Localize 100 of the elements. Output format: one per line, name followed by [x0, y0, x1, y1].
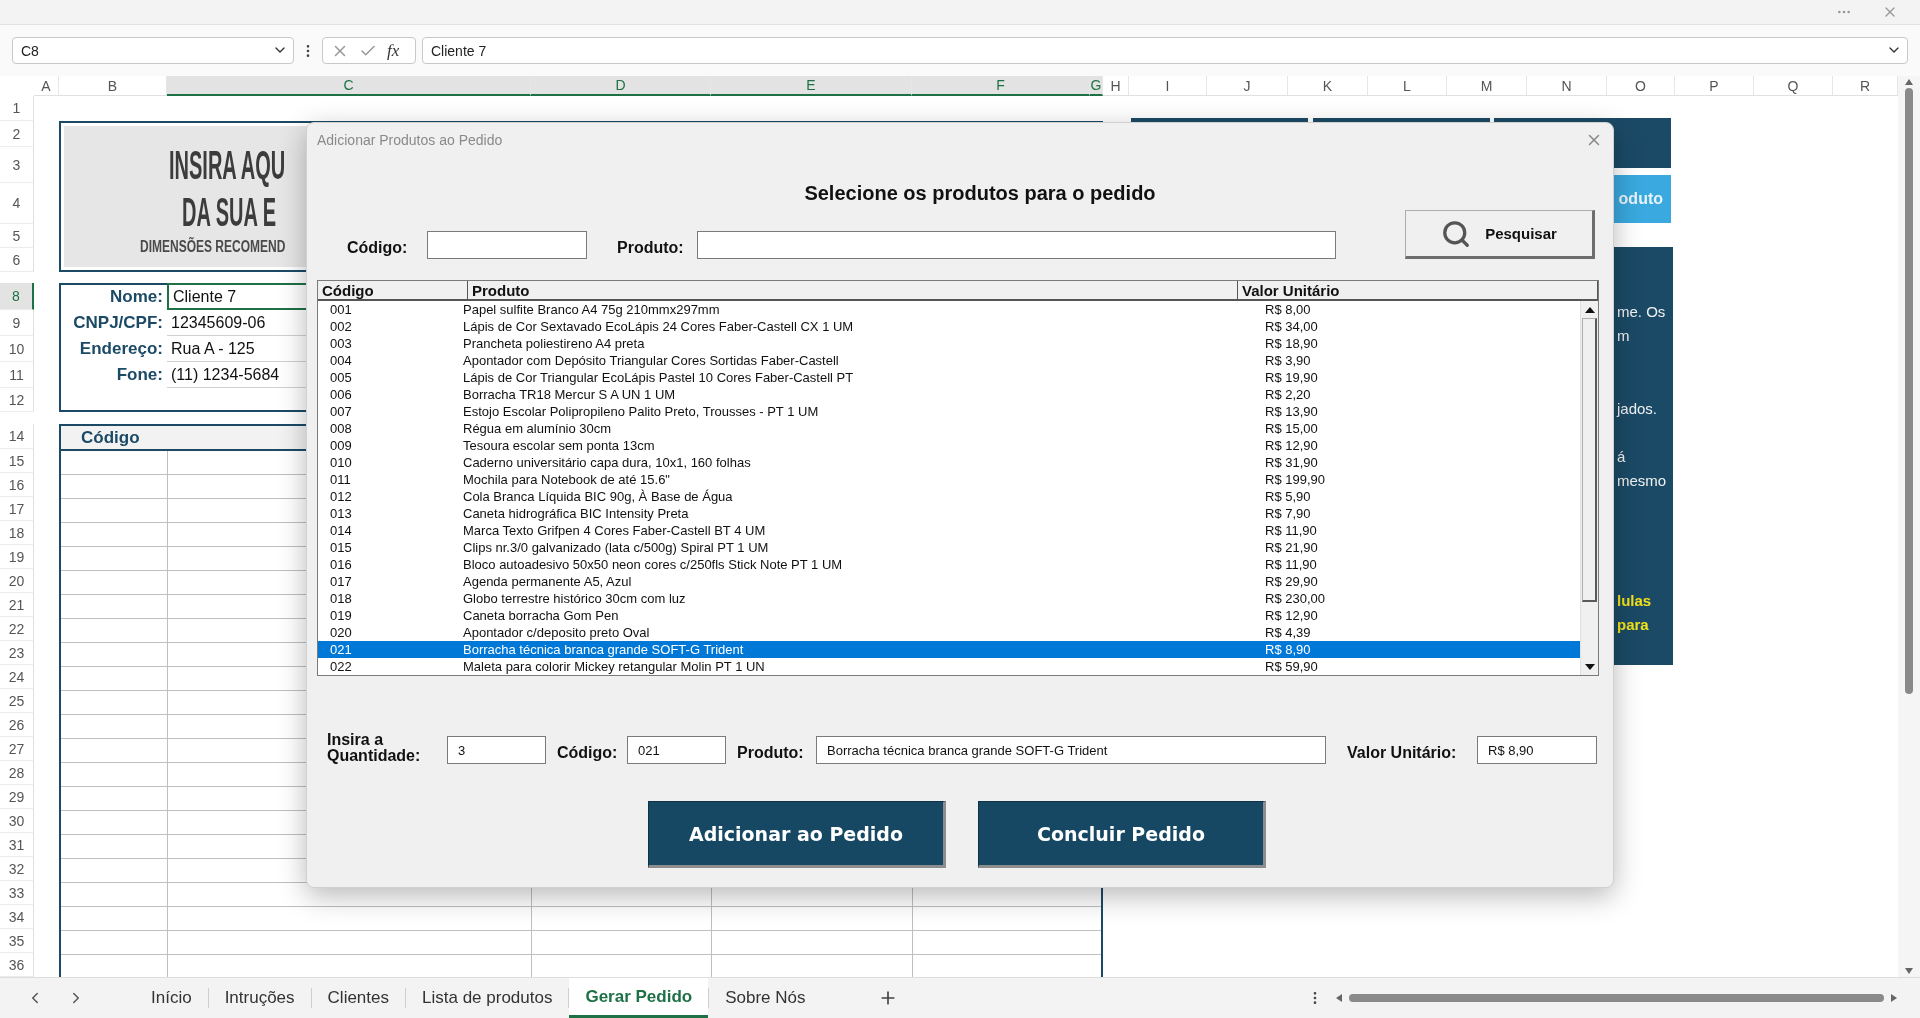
row-header[interactable]: 19 [0, 545, 34, 569]
scrollbar-thumb[interactable] [1905, 88, 1913, 694]
add-to-order-button[interactable]: Adicionar ao Pedido [648, 801, 946, 868]
row-header[interactable]: 15 [0, 449, 34, 473]
row-header[interactable]: 31 [0, 833, 34, 857]
list-row[interactable]: 021 Borracha técnica branca grande SOFT-G Trident R$ 8,90 [318, 641, 1580, 658]
list-row[interactable]: 015 Clips nr.3/0 galvanizado (lata c/500g) Spiral PT 1 UM R$ 21,90 [318, 539, 1580, 556]
list-row[interactable]: 022 Maleta para colorir Mickey retangular Molin PT 1 UN R$ 59,90 [318, 658, 1580, 675]
row-header[interactable]: 9 [0, 310, 34, 336]
scroll-right-icon[interactable] [1890, 993, 1898, 1003]
column-header[interactable]: D [531, 76, 711, 96]
row-header[interactable]: 35 [0, 929, 34, 953]
row-header[interactable]: 6 [0, 248, 34, 272]
list-row[interactable]: 005 Lápis de Cor Triangular EcoLápis Pastel 10 Cores Faber-Castell PT R$ 19,90 [318, 369, 1580, 386]
list-row[interactable]: 003 Prancheta poliestireno A4 preta R$ 18,90 [318, 335, 1580, 352]
row-header[interactable]: 27 [0, 737, 34, 761]
product-list[interactable] [317, 280, 1599, 676]
column-header[interactable]: R [1833, 76, 1898, 96]
row-header[interactable]: 24 [0, 665, 34, 689]
column-header[interactable]: N [1527, 76, 1607, 96]
row-header[interactable]: 16 [0, 473, 34, 497]
column-header[interactable]: F [912, 76, 1090, 96]
row-header[interactable]: 5 [0, 224, 34, 248]
column-header[interactable]: J [1207, 76, 1288, 96]
insert-function-button[interactable]: fx [387, 40, 400, 61]
row-header[interactable]: 25 [0, 689, 34, 713]
row-header[interactable]: 8 [0, 283, 34, 310]
row-header[interactable]: 11 [0, 362, 34, 388]
search-button[interactable]: Pesquisar [1405, 210, 1595, 259]
quantity-field[interactable]: 3 [447, 736, 546, 764]
sheet-tab[interactable]: Intruções [208, 978, 311, 1018]
row-header[interactable]: 23 [0, 641, 34, 665]
row-header[interactable]: 12 [0, 388, 34, 412]
list-scrollbar[interactable] [1580, 301, 1598, 675]
column-header[interactable]: K [1288, 76, 1368, 96]
column-header[interactable]: E [711, 76, 912, 96]
row-header[interactable]: 33 [0, 881, 34, 905]
formula-field[interactable]: Cliente 7 [422, 37, 1908, 64]
scroll-down-icon[interactable] [1584, 663, 1595, 670]
scrollbar-thumb[interactable] [1582, 318, 1597, 602]
row-header[interactable]: 34 [0, 905, 34, 929]
list-row[interactable]: 020 Apontador c/deposito preto Oval R$ 4,39 [318, 624, 1580, 641]
sheet-tab[interactable]: Sobre Nós [709, 978, 822, 1018]
column-header[interactable]: I [1129, 76, 1207, 96]
code-search-field[interactable] [427, 231, 587, 259]
sheet-tab[interactable]: Início [135, 978, 208, 1018]
column-header[interactable]: P [1675, 76, 1754, 96]
price-field[interactable]: R$ 8,90 [1477, 736, 1597, 764]
column-header[interactable]: O [1607, 76, 1675, 96]
row-header[interactable]: 20 [0, 569, 34, 593]
list-row[interactable]: 008 Régua em alumínio 30cm R$ 15,00 [318, 420, 1580, 437]
row-header[interactable]: 21 [0, 593, 34, 617]
row-header[interactable]: 30 [0, 809, 34, 833]
row-header[interactable]: 4 [0, 183, 34, 224]
column-header[interactable]: M [1447, 76, 1527, 96]
row-header[interactable]: 22 [0, 617, 34, 641]
product-search-field[interactable] [697, 231, 1336, 259]
finish-order-button[interactable]: Concluir Pedido [978, 801, 1266, 868]
row-header[interactable]: 36 [0, 953, 34, 977]
row-header[interactable]: 26 [0, 713, 34, 737]
row-header[interactable]: 3 [0, 147, 34, 183]
row-header[interactable]: 1 [0, 96, 34, 121]
list-row[interactable]: 001 Papel sulfite Branco A4 75g 210mmx297mm R$ 8,00 [318, 301, 1580, 318]
list-row[interactable]: 007 Estojo Escolar Polipropileno Palito Preto, Trousses - PT 1 UM R$ 13,90 [318, 403, 1580, 420]
name-box[interactable]: C8 [12, 37, 294, 64]
row-header[interactable]: 10 [0, 336, 34, 362]
sheet-tab[interactable]: Clientes [311, 978, 405, 1018]
column-header[interactable]: B [59, 76, 167, 96]
list-row[interactable]: 013 Caneta hidrográfica BIC Intensity Preta R$ 7,90 [318, 505, 1580, 522]
scrollbar-thumb[interactable] [1349, 994, 1884, 1002]
scroll-up-icon[interactable] [1584, 306, 1595, 313]
column-header[interactable]: L [1368, 76, 1447, 96]
list-row[interactable]: 009 Tesoura escolar sem ponta 13cm R$ 12,90 [318, 437, 1580, 454]
row-header[interactable]: 29 [0, 785, 34, 809]
row-header[interactable]: 28 [0, 761, 34, 785]
list-row[interactable]: 018 Globo terrestre histórico 30cm com luz R$ 230,00 [318, 590, 1580, 607]
column-header[interactable]: H [1103, 76, 1129, 96]
row-header[interactable]: 17 [0, 497, 34, 521]
list-row[interactable]: 012 Cola Branca Líquida BIC 90g, À Base de Água R$ 5,90 [318, 488, 1580, 505]
row-header[interactable]: 32 [0, 857, 34, 881]
sheet-tab[interactable]: Lista de produtos [406, 978, 569, 1018]
column-header[interactable]: G [1090, 76, 1103, 96]
sheet-tab[interactable]: Gerar Pedido [569, 978, 709, 1018]
list-row[interactable]: 019 Caneta borracha Gom Pen R$ 12,90 [318, 607, 1580, 624]
scroll-left-icon[interactable] [1335, 993, 1343, 1003]
horizontal-scrollbar[interactable] [1335, 993, 1898, 1003]
list-row[interactable]: 006 Borracha TR18 Mercur S A UN 1 UM R$ 2,20 [318, 386, 1580, 403]
list-row[interactable]: 016 Bloco autoadesivo 50x50 neon cores c/250fls Stick Note PT 1 UM R$ 11,90 [318, 556, 1580, 573]
row-header[interactable]: 2 [0, 121, 34, 147]
row-header[interactable]: 18 [0, 521, 34, 545]
list-row[interactable]: 002 Lápis de Cor Sextavado EcoLápis 24 Cores Faber-Castell CX 1 UM R$ 34,00 [318, 318, 1580, 335]
column-header[interactable]: C [167, 76, 531, 96]
product-field[interactable]: Borracha técnica branca grande SOFT-G Trident [816, 736, 1326, 764]
column-header[interactable]: A [34, 76, 59, 96]
list-row[interactable]: 017 Agenda permanente A5, Azul R$ 29,90 [318, 573, 1580, 590]
list-row[interactable]: 014 Marca Texto Grifpen 4 Cores Faber-Castell BT 4 UM R$ 11,90 [318, 522, 1580, 539]
list-row[interactable]: 004 Apontador com Depósito Triangular Cores Sortidas Faber-Castell R$ 3,90 [318, 352, 1580, 369]
row-header[interactable]: 14 [0, 424, 34, 449]
column-header[interactable]: Q [1754, 76, 1833, 96]
list-row[interactable]: 011 Mochila para Notebook de até 15.6" R$ 199,90 [318, 471, 1580, 488]
